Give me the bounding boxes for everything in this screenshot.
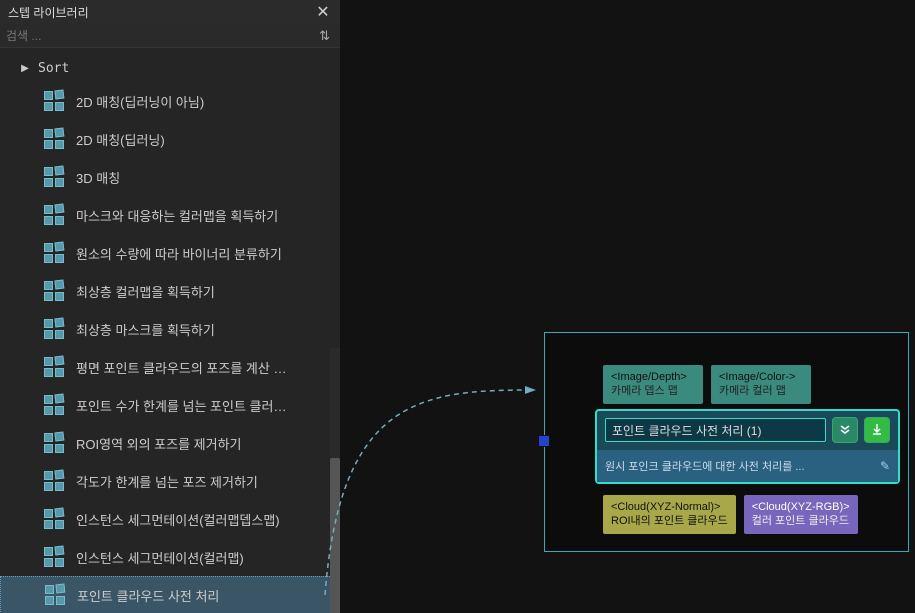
step-grid-icon [42,545,66,569]
step-item-label: 포인트 클라우드 사전 처리 [77,586,219,605]
node-output-ports: <Cloud(XYZ-Normal)> ROI내의 포인트 클라우드 <Clou… [603,495,858,534]
graph-node-container[interactable]: <Image/Depth> 카메라 뎁스 맵 <Image/Color-> 카메… [544,332,909,552]
step-item-label: 인스턴스 세그먼테이션(컬러맵뎁스맵) [76,510,280,529]
step-item[interactable]: 각도가 한계를 넘는 포즈 제거하기 [0,462,340,500]
node-description: 원시 포인크 클라우드에 대한 사전 처리를 ... [605,458,874,474]
step-grid-icon [42,469,66,493]
step-item-label: ROI영역 외의 포즈를 제거하기 [76,434,242,453]
step-item-label: 최상층 마스크를 획득하기 [76,320,215,339]
step-grid-icon [42,203,66,227]
step-grid-icon [42,127,66,151]
output-port-roi-cloud[interactable]: <Cloud(XYZ-Normal)> ROI내의 포인트 클라우드 [603,495,736,534]
sort-category-row[interactable]: ▶ Sort [0,54,340,82]
close-icon[interactable]: ✕ [314,3,332,21]
step-grid-icon [42,165,66,189]
node-title-row [597,411,898,449]
step-library-panel: 스텝 라이브러리 ✕ ⇅ ▶ Sort 2D 매칭(딥러닝이 아님) 2D 매칭(… [0,0,340,613]
step-item[interactable]: 3D 매칭 [0,158,340,196]
node-input-handle[interactable] [538,435,550,447]
step-item-label: 원소의 수량에 따라 바이너리 분류하기 [76,244,282,263]
step-item-label: 최상층 컬러맵을 획득하기 [76,282,215,301]
port-name-label: 카메라 컬러 맵 [719,384,803,398]
chevrons-down-icon [839,423,851,438]
search-bar: ⇅ [0,24,340,48]
step-grid-icon [42,317,66,341]
step-item-label: 3D 매칭 [76,168,120,187]
step-item-label: 평면 포인트 클라우드의 포즈를 계산 … [76,358,286,377]
step-item-label: 마스크와 대응하는 컬러맵을 획득하기 [76,206,278,225]
port-name-label: 컬러 포인트 클라우드 [752,514,850,528]
step-grid-icon [42,89,66,113]
step-item[interactable]: 포인트 클라우드 사전 처리 [0,576,340,613]
node-input-ports: <Image/Depth> 카메라 뎁스 맵 <Image/Color-> 카메… [603,365,811,404]
step-grid-icon [42,355,66,379]
port-type-label: <Image/Depth> [611,370,695,384]
output-port-color-cloud[interactable]: <Cloud(XYZ-RGB)> 컬러 포인트 클라우드 [744,495,858,534]
port-name-label: ROI내의 포인트 클라우드 [611,514,728,528]
step-item[interactable]: 마스크와 대응하는 컬러맵을 획득하기 [0,196,340,234]
node-body: 원시 포인크 클라우드에 대한 사전 처리를 ... ✎ [595,409,900,484]
step-item[interactable]: 최상층 마스크를 획득하기 [0,310,340,348]
step-item[interactable]: 최상층 컬러맵을 획득하기 [0,272,340,310]
step-item[interactable]: 2D 매칭(딥러닝) [0,120,340,158]
node-title-input[interactable] [605,418,826,442]
step-item-label: 포인트 수가 한계를 넘는 포인트 클러… [76,396,286,415]
step-item[interactable]: 평면 포인트 클라우드의 포즈를 계산 … [0,348,340,386]
node-description-row: 원시 포인크 클라우드에 대한 사전 처리를 ... ✎ [597,449,898,482]
step-grid-icon [42,279,66,303]
step-item[interactable]: ROI영역 외의 포즈를 제거하기 [0,424,340,462]
step-grid-icon [42,431,66,455]
step-item-label: 2D 매칭(딥러닝) [76,130,165,149]
step-grid-icon [42,241,66,265]
port-type-label: <Cloud(XYZ-RGB)> [752,500,850,514]
sidebar-title: 스텝 라이브러리 [8,4,89,21]
step-item[interactable]: 2D 매칭(딥러닝이 아님) [0,82,340,120]
step-grid-icon [43,583,67,607]
scrollbar-thumb[interactable] [330,458,340,613]
download-arrow-icon [871,423,883,438]
step-item[interactable]: 인스턴스 세그먼테이션(컬러맵) [0,538,340,576]
input-port-depth[interactable]: <Image/Depth> 카메라 뎁스 맵 [603,365,703,404]
port-type-label: <Cloud(XYZ-Normal)> [611,500,728,514]
sort-filter-icon[interactable]: ⇅ [315,28,334,44]
search-input[interactable] [6,29,315,43]
edit-icon[interactable]: ✎ [880,459,890,473]
step-item-label: 인스턴스 세그먼테이션(컬러맵) [76,548,244,567]
sidebar-header: 스텝 라이브러리 ✕ [0,0,340,24]
step-item[interactable]: 포인트 수가 한계를 넘는 포인트 클러… [0,386,340,424]
expand-arrow-icon: ▶ [18,61,32,75]
port-type-label: <Image/Color-> [719,370,803,384]
node-run-button[interactable] [864,417,890,443]
step-grid-icon [42,507,66,531]
input-port-color[interactable]: <Image/Color-> 카메라 컬러 맵 [711,365,811,404]
port-name-label: 카메라 뎁스 맵 [611,384,695,398]
node-expand-button[interactable] [832,417,858,443]
step-grid-icon [42,393,66,417]
step-item-label: 각도가 한계를 넘는 포즈 제거하기 [76,472,258,491]
sort-category-label: Sort [38,61,69,76]
step-item-label: 2D 매칭(딥러닝이 아님) [76,92,204,111]
step-tree: ▶ Sort 2D 매칭(딥러닝이 아님) 2D 매칭(딥러닝) 3D 매칭마스크와… [0,48,340,613]
step-item[interactable]: 인스턴스 세그먼테이션(컬러맵뎁스맵) [0,500,340,538]
step-item[interactable]: 원소의 수량에 따라 바이너리 분류하기 [0,234,340,272]
